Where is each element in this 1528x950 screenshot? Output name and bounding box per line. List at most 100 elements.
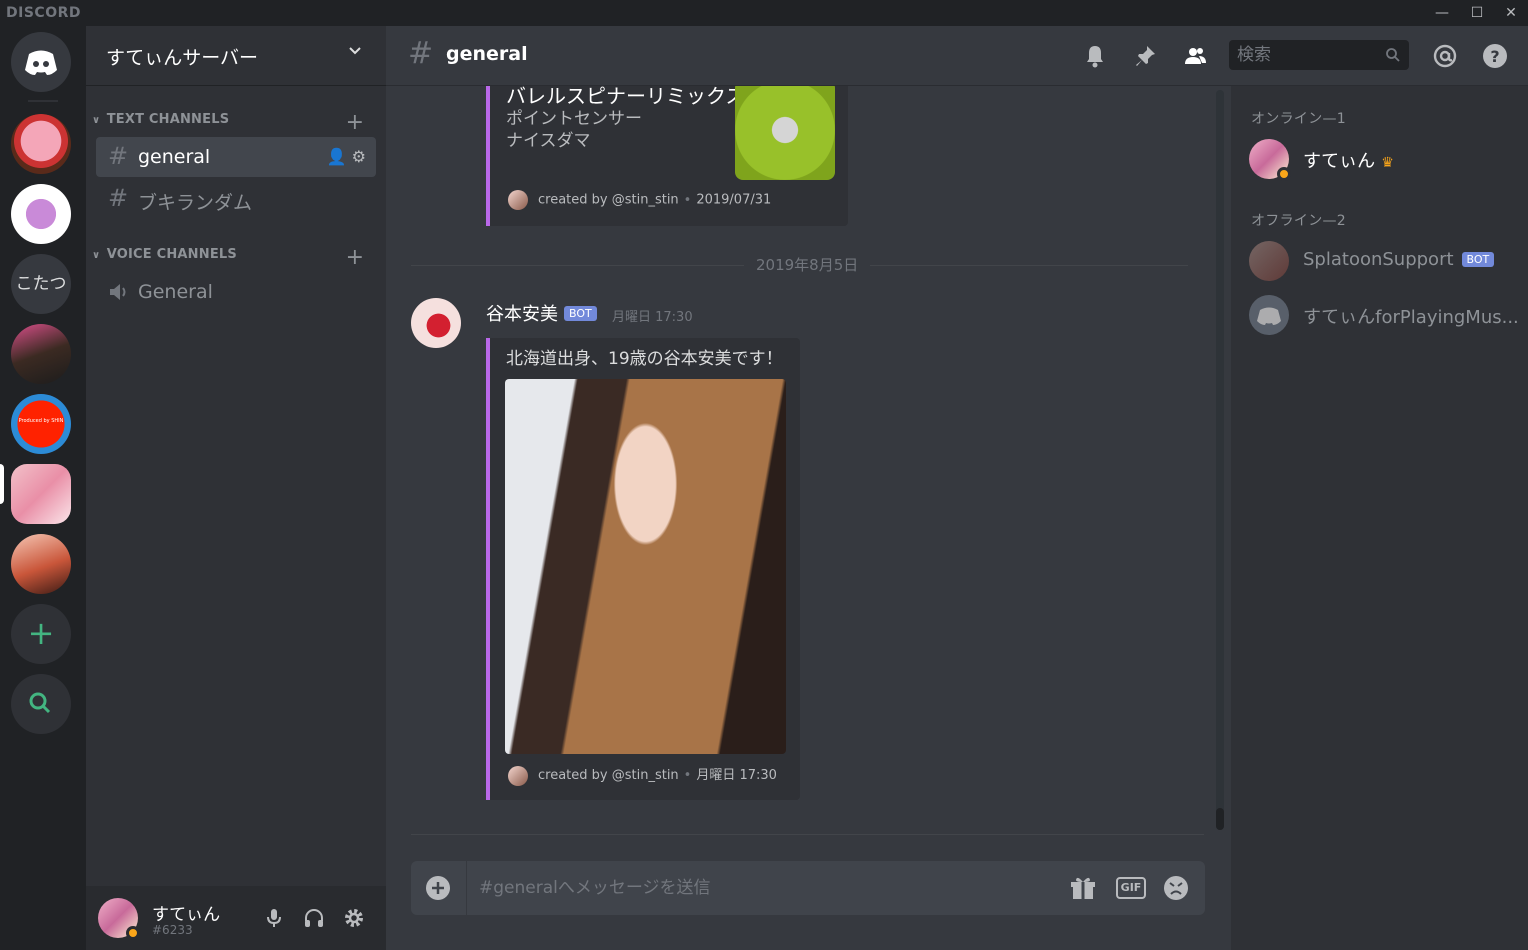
date-divider-label: 2019年8月5日 xyxy=(744,254,871,275)
explore-servers-button[interactable] xyxy=(11,674,71,734)
footer-separator: • xyxy=(683,192,692,208)
user-settings-gear-icon[interactable] xyxy=(342,906,366,930)
guild-kirby-server[interactable] xyxy=(11,114,71,174)
footer-date: 2019/07/31 xyxy=(696,192,772,208)
search-icon xyxy=(1386,48,1400,62)
default-avatar-discord-icon xyxy=(1249,295,1289,335)
channel-name: ブキランダム xyxy=(138,192,253,214)
channel-header: # general 検索 ? xyxy=(386,26,1528,86)
invite-icon[interactable]: 👤 xyxy=(327,147,347,166)
online-members-header: オンライン—1 xyxy=(1251,111,1347,127)
gear-icon[interactable]: ⚙ xyxy=(352,147,366,166)
guild-duck-server[interactable] xyxy=(11,184,71,244)
help-icon[interactable]: ? xyxy=(1482,43,1508,69)
user-discriminator: #6233 xyxy=(152,923,193,937)
offline-members-header: オフライン—2 xyxy=(1251,213,1347,229)
message-embed: 北海道出身、19歳の谷本安美です！ created by @stin_stin •… xyxy=(486,338,800,800)
embed-footer: created by @stin_stin • 2019/07/31 xyxy=(508,190,771,210)
member-name: SplatoonSupport BOT xyxy=(1303,249,1495,270)
message-scrollbar[interactable] xyxy=(1216,90,1224,830)
footer-avatar xyxy=(508,765,528,786)
message-list: バレルスピナーリミックス ポイントセンサー ナイスダマ created by @… xyxy=(386,86,1231,861)
gif-button[interactable]: GIF xyxy=(1116,877,1146,899)
voice-channels-category[interactable]: ∨ VOICE CHANNELS xyxy=(92,247,237,262)
search-input[interactable] xyxy=(1229,40,1379,70)
footer-avatar xyxy=(508,190,528,210)
footer-date: 月曜日 17:30 xyxy=(696,768,777,783)
status-idle-icon xyxy=(126,926,140,940)
message-input[interactable] xyxy=(479,873,1059,903)
add-server-button[interactable]: + xyxy=(11,604,71,664)
channel-sidebar: すてぃんサーバー ∨ TEXT CHANNELS + # general 👤 ⚙… xyxy=(86,26,386,950)
guild-selfie-server[interactable] xyxy=(11,464,71,524)
embed-description-line: ナイスダマ xyxy=(506,131,591,151)
footer-separator: • xyxy=(683,768,692,783)
member-item[interactable]: すてぃん ♛ xyxy=(1249,137,1521,181)
scrollbar-thumb[interactable] xyxy=(1216,808,1224,830)
embed-description: 北海道出身、19歳の谷本安美です！ xyxy=(506,349,783,369)
minimize-button[interactable]: — xyxy=(1425,0,1459,26)
maximize-button[interactable]: ☐ xyxy=(1460,0,1494,26)
channel-general[interactable]: # general 👤 ⚙ xyxy=(96,137,376,177)
channel-name: General xyxy=(138,281,213,303)
pin-icon[interactable] xyxy=(1132,43,1158,69)
member-name-label: すてぃん xyxy=(1303,151,1376,172)
embed-footer: created by @stin_stin • 月曜日 17:30 xyxy=(508,764,777,786)
footer-author: created by @stin_stin xyxy=(538,192,679,208)
server-header[interactable]: すてぃんサーバー xyxy=(86,26,386,86)
embed-description-line: ポイントセンサー xyxy=(506,109,642,129)
discord-logo-icon xyxy=(1257,307,1281,325)
gift-icon[interactable] xyxy=(1069,874,1097,902)
avatar[interactable] xyxy=(411,298,461,348)
member-name: すてぃんforPlayingMus... xyxy=(1303,307,1519,328)
channel-name: general xyxy=(138,146,211,168)
avatar xyxy=(1249,241,1289,281)
bot-badge: BOT xyxy=(1461,252,1495,267)
member-name: すてぃん ♛ xyxy=(1303,147,1394,173)
title-bar: DISCORD — ☐ ✕ xyxy=(0,0,1528,26)
collapse-arrow-icon: ∨ xyxy=(92,250,101,261)
guild-red-circle-server[interactable]: Produced by SHIN xyxy=(11,394,71,454)
discord-logo-icon xyxy=(25,50,57,75)
message-composer: GIF xyxy=(411,861,1205,915)
guild-friends-server[interactable] xyxy=(11,534,71,594)
channel-buki-random[interactable]: # ブキランダム xyxy=(96,179,376,219)
guild-separator xyxy=(28,100,58,102)
message-author[interactable]: 谷本安美 BOT xyxy=(486,300,597,326)
chevron-down-icon xyxy=(349,47,361,55)
guild-party-server[interactable] xyxy=(11,324,71,384)
username: すてぃん xyxy=(152,905,221,925)
embed-image[interactable] xyxy=(505,379,786,754)
category-label: VOICE CHANNELS xyxy=(106,247,237,262)
member-item[interactable]: SplatoonSupport BOT xyxy=(1249,239,1521,283)
guild-red-circle-label: Produced by SHIN xyxy=(18,418,64,424)
home-button[interactable] xyxy=(11,32,71,92)
headphones-icon[interactable] xyxy=(302,906,326,930)
user-panel: すてぃん #6233 xyxy=(86,886,386,950)
mentions-icon[interactable] xyxy=(1432,43,1458,69)
search-icon xyxy=(29,692,51,714)
composer-separator xyxy=(466,861,467,915)
server-name: すてぃんサーバー xyxy=(106,47,259,69)
guild-kotatsu[interactable]: こたつ xyxy=(11,254,71,314)
server-list: こたつ Produced by SHIN + xyxy=(0,26,86,950)
upload-plus-icon[interactable] xyxy=(425,875,451,901)
embed-thumbnail[interactable] xyxy=(735,86,835,180)
text-channels-category[interactable]: ∨ TEXT CHANNELS xyxy=(92,112,229,127)
channel-title: general xyxy=(446,43,528,65)
hash-icon: # xyxy=(408,36,434,71)
selected-guild-indicator xyxy=(0,464,4,504)
close-button[interactable]: ✕ xyxy=(1494,0,1528,26)
member-name-label: SplatoonSupport xyxy=(1303,249,1454,270)
voice-channel-general[interactable]: General xyxy=(96,272,376,312)
member-list-icon[interactable] xyxy=(1182,43,1208,69)
status-idle-icon xyxy=(1277,167,1291,181)
emoji-icon[interactable] xyxy=(1162,874,1190,902)
microphone-icon[interactable] xyxy=(262,906,286,930)
embed-title: バレルスピナーリミックス xyxy=(506,86,746,108)
chat-area: # general 検索 ? バレルスピナーリミックス ポイントセンサー ナイス… xyxy=(386,26,1528,950)
bell-icon[interactable] xyxy=(1082,43,1108,69)
member-item[interactable]: すてぃんforPlayingMus... xyxy=(1249,293,1521,337)
create-text-channel-button[interactable]: + xyxy=(346,112,364,134)
create-voice-channel-button[interactable]: + xyxy=(346,247,364,269)
